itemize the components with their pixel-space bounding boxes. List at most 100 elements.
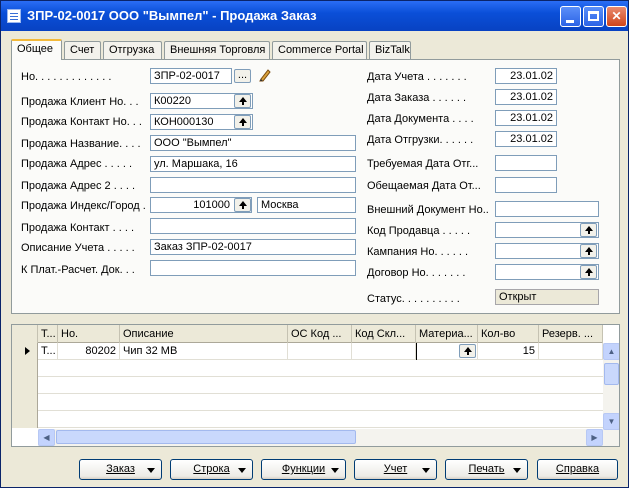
horizontal-scrollbar[interactable]: ◀ ▶ [38, 429, 603, 446]
help-button[interactable]: Справка [537, 459, 618, 480]
address-label: Продажа Адрес . . . . . [21, 158, 133, 170]
tab-commerce-portal[interactable]: Commerce Portal [272, 41, 367, 59]
maximize-icon [588, 11, 599, 21]
address2-field[interactable] [150, 177, 356, 193]
name-field[interactable]: ООО "Вымпел" [150, 135, 356, 151]
functions-menu-button[interactable]: Функции [261, 459, 346, 480]
contract-lookup-button[interactable] [580, 265, 597, 279]
tab-invoicing[interactable]: Счет [64, 41, 101, 59]
shipment-date-label: Дата Отгрузки. . . . . . [367, 134, 474, 146]
posting-menu-button[interactable]: Учет [354, 459, 437, 480]
contract-label: Договор Но. . . . . . . [367, 267, 466, 279]
contact-lookup-button[interactable] [234, 115, 251, 129]
form-icon [7, 9, 21, 23]
name-label: Продажа Название. . . . [21, 138, 141, 150]
no-field[interactable]: ЗПР-02-0017 [150, 68, 232, 84]
tab-foreign-trade[interactable]: Внешняя Торговля [164, 41, 270, 59]
cell-fa-code[interactable] [288, 343, 352, 360]
col-header-no[interactable]: Но. [58, 325, 120, 343]
scroll-up-icon[interactable]: ▲ [603, 343, 619, 360]
col-header-description[interactable]: Описание [120, 325, 288, 343]
col-header-material[interactable]: Материа... [416, 325, 478, 343]
minimize-button[interactable] [560, 6, 581, 27]
lookup-arrow-icon [584, 226, 593, 234]
cell-quantity[interactable]: 15 [478, 343, 539, 360]
cell-location[interactable] [352, 343, 416, 360]
dropdown-arrow-icon [147, 468, 155, 473]
order-date-label: Дата Заказа . . . . . . [367, 92, 467, 104]
dropdown-arrow-icon [513, 468, 521, 473]
line-menu-button[interactable]: Строка [170, 459, 253, 480]
table-row[interactable] [12, 394, 603, 411]
client-lookup-button[interactable] [234, 94, 251, 108]
sales-lines-grid: Т... Но. Описание ОС Код ... Код Скл... … [11, 324, 620, 447]
order-date-field[interactable]: 23.01.02 [495, 89, 557, 105]
minimize-icon [566, 20, 574, 23]
contact-field[interactable] [150, 218, 356, 234]
current-row-marker-icon [12, 343, 38, 360]
scroll-left-icon[interactable]: ◀ [38, 429, 55, 446]
cell-reserved[interactable] [539, 343, 603, 360]
title-bar[interactable]: ЗПР-02-0017 ООО "Вымпел" - Продажа Заказ… [1, 1, 628, 31]
client-no-label: Продажа Клиент Но. . . [21, 96, 139, 108]
address2-label: Продажа Адрес 2 . . . . [21, 180, 136, 192]
external-document-field[interactable] [495, 201, 599, 217]
postcode-city-label: Продажа Индекс/Город . [21, 200, 146, 212]
postcode-lookup-button[interactable] [234, 198, 251, 212]
edit-pencil-icon[interactable] [258, 68, 272, 82]
order-menu-button[interactable]: Заказ [79, 459, 162, 480]
salesperson-lookup-button[interactable] [580, 223, 597, 237]
requested-date-field[interactable] [495, 155, 557, 171]
col-header-reserved[interactable]: Резерв. ... [539, 325, 603, 343]
campaign-lookup-button[interactable] [580, 244, 597, 258]
cell-description[interactable]: Чип 32 MB [120, 343, 288, 360]
table-row[interactable] [12, 360, 603, 377]
col-header-quantity[interactable]: Кол-во [478, 325, 539, 343]
material-lookup-button[interactable] [459, 344, 476, 358]
posting-description-field[interactable]: Заказ ЗПР-02-0017 [150, 239, 356, 255]
salesperson-label: Код Продавца . . . . . [367, 225, 471, 237]
tab-biztalk[interactable]: BizTalk [369, 41, 411, 59]
close-button[interactable]: ✕ [606, 6, 627, 27]
tab-shipping[interactable]: Отгрузка [103, 41, 162, 59]
horizontal-scroll-thumb[interactable] [56, 430, 356, 444]
cell-no[interactable]: 80202 [58, 343, 120, 360]
posting-description-label: Описание Учета . . . . . [21, 242, 135, 254]
campaign-label: Кампания Но. . . . . . [367, 246, 469, 258]
vertical-scroll-thumb[interactable] [604, 363, 619, 385]
payment-document-field[interactable] [150, 260, 356, 276]
table-row[interactable] [12, 411, 603, 428]
document-date-field[interactable]: 23.01.02 [495, 110, 557, 126]
lookup-arrow-icon [238, 118, 247, 126]
promised-date-label: Обещаемая Дата От... [367, 180, 481, 192]
posting-date-field[interactable]: 23.01.02 [495, 68, 557, 84]
lookup-arrow-icon [584, 268, 593, 276]
address-field[interactable]: ул. Маршака, 16 [150, 156, 356, 172]
cell-type[interactable]: Т... [38, 343, 58, 360]
print-menu-button[interactable]: Печать [445, 459, 528, 480]
maximize-button[interactable] [583, 6, 604, 27]
status-label: Статус. . . . . . . . . . [367, 293, 460, 305]
dropdown-arrow-icon [238, 468, 246, 473]
promised-date-field[interactable] [495, 177, 557, 193]
status-field: Открыт [495, 289, 599, 305]
scroll-down-icon[interactable]: ▼ [603, 413, 619, 430]
lookup-arrow-icon [238, 201, 247, 209]
table-row[interactable] [12, 377, 603, 394]
city-field[interactable]: Москва [257, 197, 356, 213]
table-row[interactable]: Т... 80202 Чип 32 MB 15 [12, 343, 603, 360]
contact-no-label: Продажа Контакт Но. . . [21, 116, 142, 128]
no-series-assist-button[interactable]: ... [234, 69, 251, 83]
shipment-date-field[interactable]: 23.01.02 [495, 131, 557, 147]
lookup-arrow-icon [584, 247, 593, 255]
scroll-right-icon[interactable]: ▶ [586, 429, 603, 446]
document-date-label: Дата Документа . . . . [367, 113, 474, 125]
no-label: Но. . . . . . . . . . . . . [21, 71, 112, 83]
col-header-type[interactable]: Т... [38, 325, 58, 343]
col-header-fa-code[interactable]: ОС Код ... [288, 325, 352, 343]
close-icon: ✕ [611, 9, 622, 23]
vertical-scrollbar[interactable]: ▲ ▼ [603, 343, 619, 446]
col-header-location[interactable]: Код Скл... [352, 325, 416, 343]
tab-general[interactable]: Общее [11, 39, 62, 60]
lookup-arrow-icon [463, 347, 472, 355]
